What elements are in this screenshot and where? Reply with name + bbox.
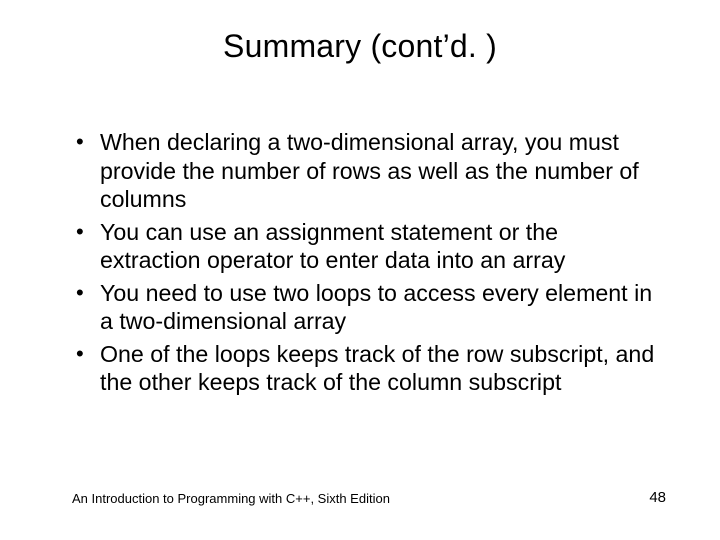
bullet-item: You can use an assignment statement or t…: [72, 218, 660, 275]
bullet-item: When declaring a two-dimensional array, …: [72, 128, 660, 214]
bullet-list: When declaring a two-dimensional array, …: [72, 128, 660, 397]
slide-title: Summary (cont’d. ): [0, 28, 720, 65]
footer-page-number: 48: [649, 489, 666, 506]
footer-book-title: An Introduction to Programming with C++,…: [72, 491, 390, 506]
bullet-item: You need to use two loops to access ever…: [72, 279, 660, 336]
bullet-item: One of the loops keeps track of the row …: [72, 340, 660, 397]
slide-body: When declaring a two-dimensional array, …: [72, 128, 660, 401]
slide: Summary (cont’d. ) When declaring a two-…: [0, 0, 720, 540]
